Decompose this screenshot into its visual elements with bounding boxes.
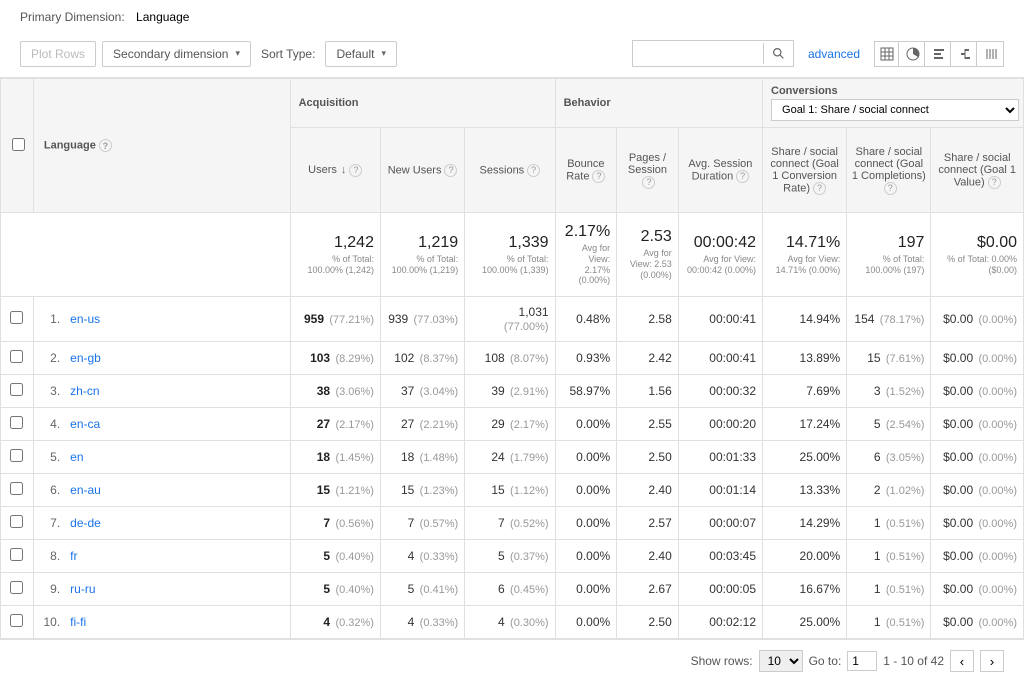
language-link[interactable]: fr (70, 549, 77, 563)
table-row: 8.fr5 (0.40%)4 (0.33%)5 (0.37%)0.00%2.40… (1, 540, 1024, 573)
language-link[interactable]: en-au (70, 483, 101, 497)
language-link[interactable]: ru-ru (70, 582, 95, 596)
row-index: 6. (33, 474, 64, 507)
row-index: 7. (33, 507, 64, 540)
select-all-checkbox[interactable] (12, 138, 25, 151)
row-index: 9. (33, 573, 64, 606)
col-sessions[interactable]: Sessions (480, 164, 525, 176)
search-box (632, 40, 794, 67)
row-checkbox[interactable] (10, 350, 23, 363)
help-icon[interactable] (441, 164, 457, 176)
help-icon[interactable] (733, 170, 749, 182)
row-index: 10. (33, 606, 64, 639)
table-row: 6.en-au15 (1.21%)15 (1.23%)15 (1.12%)0.0… (1, 474, 1024, 507)
view-pivot-icon[interactable] (979, 42, 1003, 66)
row-checkbox[interactable] (10, 311, 23, 324)
col-goal-comp[interactable]: Share / social connect (Goal 1 Completio… (852, 146, 926, 182)
help-icon[interactable] (524, 164, 540, 176)
rows-per-page-select[interactable]: 10 (759, 650, 803, 672)
goal-select[interactable]: Goal 1: Share / social connect (771, 99, 1019, 121)
page-range: 1 - 10 of 42 (883, 654, 944, 668)
goto-label: Go to: (809, 654, 842, 668)
language-link[interactable]: en-ca (70, 417, 100, 431)
row-checkbox[interactable] (10, 482, 23, 495)
row-index: 1. (33, 297, 64, 342)
search-icon (772, 47, 785, 60)
help-icon[interactable] (346, 164, 362, 176)
help-icon[interactable] (639, 176, 655, 188)
col-goal-conv[interactable]: Share / social connect (Goal 1 Conversio… (770, 146, 838, 195)
search-button[interactable] (763, 43, 793, 64)
row-checkbox[interactable] (10, 416, 23, 429)
row-checkbox[interactable] (10, 515, 23, 528)
row-checkbox[interactable] (10, 581, 23, 594)
secondary-dimension-dropdown[interactable]: Secondary dimension (102, 41, 251, 67)
row-checkbox[interactable] (10, 614, 23, 627)
table-row: 2.en-gb103 (8.29%)102 (8.37%)108 (8.07%)… (1, 342, 1024, 375)
sort-type-label: Sort Type: (261, 47, 315, 61)
show-rows-label: Show rows: (691, 654, 753, 668)
view-toggle-group (874, 41, 1004, 67)
col-goal-value[interactable]: Share / social connect (Goal 1 Value) (938, 152, 1016, 189)
row-checkbox[interactable] (10, 383, 23, 396)
row-checkbox[interactable] (10, 449, 23, 462)
table-row: 7.de-de7 (0.56%)7 (0.57%)7 (0.52%)0.00%2… (1, 507, 1024, 540)
col-pages-session[interactable]: Pages / Session (628, 152, 667, 176)
help-icon[interactable] (881, 182, 897, 194)
plot-rows-button: Plot Rows (20, 41, 96, 67)
table-row: 4.en-ca27 (2.17%)27 (2.21%)29 (2.17%)0.0… (1, 408, 1024, 441)
goto-input[interactable] (847, 651, 877, 671)
table-row: 9.ru-ru5 (0.40%)5 (0.41%)6 (0.45%)0.00%2… (1, 573, 1024, 606)
help-icon[interactable] (985, 176, 1001, 188)
search-input[interactable] (633, 41, 763, 66)
row-checkbox[interactable] (10, 548, 23, 561)
help-icon[interactable] (810, 182, 826, 194)
help-icon[interactable] (589, 170, 605, 182)
prev-page-button[interactable]: ‹ (950, 650, 974, 672)
table-row: 5.en18 (1.45%)18 (1.48%)24 (1.79%)0.00%2… (1, 441, 1024, 474)
view-performance-icon[interactable] (927, 42, 951, 66)
pagination: Show rows: 10 Go to: 1 - 10 of 42 ‹ › (0, 639, 1024, 682)
row-index: 8. (33, 540, 64, 573)
col-language[interactable]: Language (44, 140, 96, 152)
language-link[interactable]: en-gb (70, 351, 101, 365)
table-row: 10.fi-fi4 (0.32%)4 (0.33%)4 (0.30%)0.00%… (1, 606, 1024, 639)
language-link[interactable]: en-us (70, 312, 100, 326)
header-behavior: Behavior (564, 97, 611, 109)
row-index: 3. (33, 375, 64, 408)
row-index: 5. (33, 441, 64, 474)
row-index: 4. (33, 408, 64, 441)
advanced-link[interactable]: advanced (808, 47, 860, 61)
primary-dimension-value[interactable]: Language (136, 10, 189, 24)
sort-type-dropdown[interactable]: Default (325, 41, 397, 67)
language-link[interactable]: en (70, 450, 83, 464)
view-table-icon[interactable] (875, 42, 899, 66)
col-new-users[interactable]: New Users (388, 164, 442, 176)
header-acquisition: Acquisition (299, 97, 359, 109)
language-link[interactable]: zh-cn (70, 384, 99, 398)
row-index: 2. (33, 342, 64, 375)
table-controls: Plot Rows Secondary dimension Sort Type:… (0, 34, 1024, 78)
primary-dimension-bar: Primary Dimension: Language (0, 0, 1024, 34)
language-link[interactable]: fi-fi (70, 615, 86, 629)
summary-row: 1,242% of Total: 100.00% (1,242) 1,219% … (1, 213, 1024, 297)
view-pie-icon[interactable] (901, 42, 925, 66)
primary-dimension-label: Primary Dimension: (20, 10, 125, 24)
header-conversions: Conversions (771, 85, 838, 97)
col-users[interactable]: Users (308, 164, 346, 176)
table-row: 1.en-us959 (77.21%)939 (77.03%)1,031 (77… (1, 297, 1024, 342)
data-table: Language Acquisition Behavior Conversion… (0, 78, 1024, 639)
language-link[interactable]: de-de (70, 516, 101, 530)
next-page-button[interactable]: › (980, 650, 1004, 672)
help-icon[interactable] (96, 140, 112, 152)
view-comparison-icon[interactable] (953, 42, 977, 66)
table-row: 3.zh-cn38 (3.06%)37 (3.04%)39 (2.91%)58.… (1, 375, 1024, 408)
